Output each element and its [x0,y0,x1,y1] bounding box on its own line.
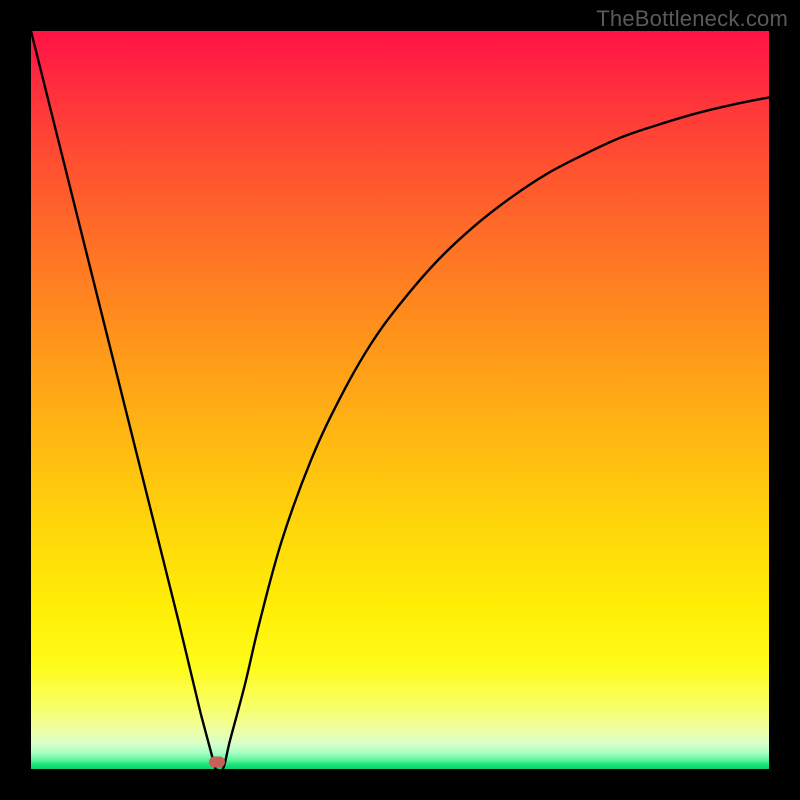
watermark-label: TheBottleneck.com [596,6,788,32]
bottleneck-curve [31,31,769,769]
chart-frame: TheBottleneck.com [0,0,800,800]
plot-area [31,31,769,769]
optimum-marker [209,756,225,767]
